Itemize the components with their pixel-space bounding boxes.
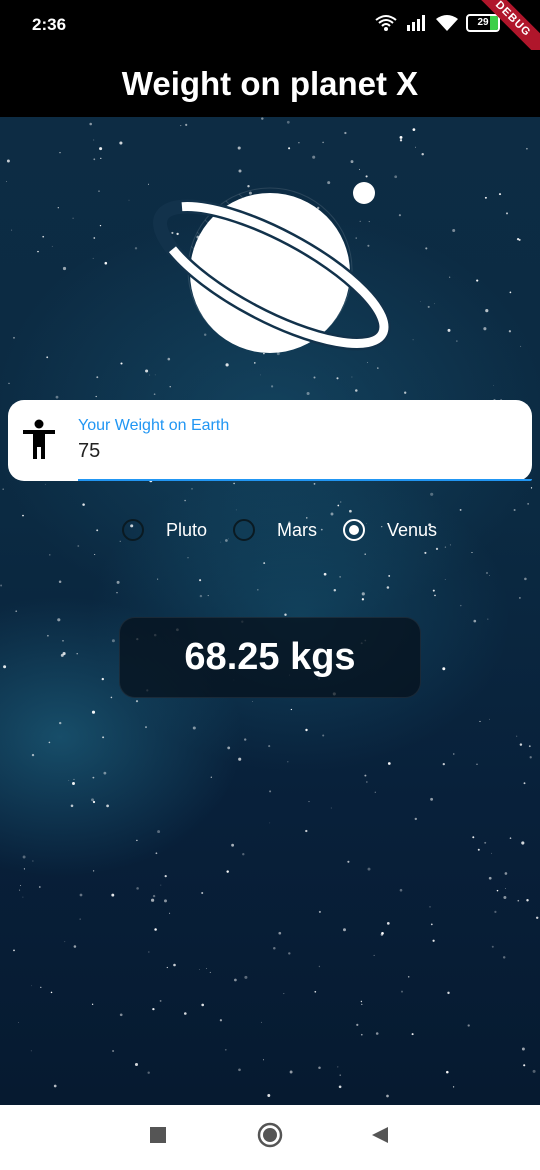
home-circle-icon xyxy=(257,1122,283,1153)
radio-venus[interactable] xyxy=(343,519,365,541)
back-button[interactable] xyxy=(350,1105,410,1170)
battery-icon: 29 xyxy=(466,14,500,32)
wifi-calling-icon xyxy=(374,14,398,32)
signal-icon xyxy=(406,15,428,31)
result-box: 68.25 kgs xyxy=(119,617,421,698)
person-accessibility-icon xyxy=(21,419,57,466)
status-time: 2:36 xyxy=(32,15,67,34)
page-title: Weight on planet X xyxy=(121,64,419,102)
wifi-icon xyxy=(436,15,458,31)
radio-mars[interactable] xyxy=(233,519,255,541)
app-bar: Weight on planet X xyxy=(0,50,540,117)
weight-input[interactable] xyxy=(78,440,508,463)
weight-field-label: Your Weight on Earth xyxy=(78,417,230,434)
home-button[interactable] xyxy=(240,1105,300,1170)
planet-radio-group: Pluto Mars Venus xyxy=(0,514,540,546)
recents-square-icon xyxy=(150,1127,166,1148)
radio-label-pluto[interactable]: Pluto xyxy=(166,520,207,541)
system-nav-bar xyxy=(0,1105,540,1170)
planet-icon xyxy=(153,182,391,353)
result-weight: 68.25 kgs xyxy=(184,636,356,678)
radio-label-venus[interactable]: Venus xyxy=(387,520,437,541)
field-underline xyxy=(78,479,532,481)
radio-label-mars[interactable]: Mars xyxy=(277,520,317,541)
back-triangle-icon xyxy=(371,1126,389,1149)
status-bar: 2:36 29 DEBUG xyxy=(0,0,540,65)
recents-button[interactable] xyxy=(128,1105,188,1170)
weight-input-card[interactable]: Your Weight on Earth xyxy=(8,400,532,481)
radio-pluto[interactable] xyxy=(122,519,144,541)
status-icons: 29 xyxy=(374,14,500,32)
battery-level: 29 xyxy=(477,17,489,28)
